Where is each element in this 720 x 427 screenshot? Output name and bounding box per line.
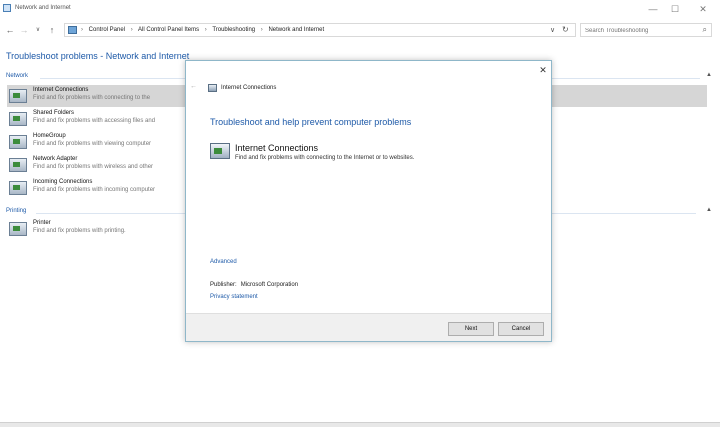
close-window-button[interactable]: ✕ [694,3,712,15]
shared-folders-icon [9,112,27,126]
incoming-connections-icon [9,181,27,195]
dialog-header-title: Internet Connections [221,85,277,91]
internet-connections-large-icon [210,143,230,159]
group-label: Printing [6,208,27,214]
dialog-item-description: Find and fix problems with connecting to… [235,155,415,161]
item-name: Shared Folders [33,110,75,116]
breadcrumb-troubleshooting[interactable]: Troubleshooting [212,27,255,33]
troubleshooter-dialog: ✕ ← Internet Connections Troubleshoot an… [185,60,552,342]
address-toolbar: ← → ∨ ↑ › Control Panel › All Control Pa… [0,20,720,40]
window-title: Network and Internet [15,5,71,11]
collapse-caret-icon[interactable]: ▲ [706,207,712,213]
control-panel-icon [68,26,77,34]
printer-icon [9,222,27,236]
item-description: Find and fix problems with printing. [33,228,126,234]
privacy-statement-link[interactable]: Privacy statement [210,294,258,300]
forward-arrow-icon[interactable]: → [18,24,30,36]
breadcrumb-network-internet[interactable]: Network and Internet [268,27,324,33]
internet-connections-icon [208,84,217,92]
item-name: Network Adapter [33,156,78,162]
address-dropdown-chevron-icon[interactable]: ∨ [550,26,555,34]
collapse-caret-icon[interactable]: ▲ [706,72,712,78]
item-name: Printer [33,220,51,226]
dialog-heading: Troubleshoot and help prevent computer p… [210,117,412,127]
search-box[interactable]: ⌕ [580,23,712,37]
maximize-button[interactable]: ☐ [666,3,684,15]
item-description: Find and fix problems with viewing compu… [33,141,152,147]
up-arrow-icon[interactable]: ↑ [46,24,58,36]
page-title: Troubleshoot problems - Network and Inte… [6,51,190,61]
dialog-back-arrow-icon[interactable]: ← [190,83,197,90]
publisher-line: Publisher: Microsoft Corporation [210,282,298,288]
publisher-value: Microsoft Corporation [240,282,299,288]
item-name: Incoming Connections [33,179,93,185]
dialog-footer: Next Cancel [186,313,551,341]
internet-connections-icon [9,89,27,103]
back-arrow-icon[interactable]: ← [4,24,16,36]
breadcrumb-separator-icon: › [81,27,83,33]
recent-locations-chevron-icon[interactable]: ∨ [32,24,44,36]
item-description: Find and fix problems with wireless and … [33,164,154,170]
minimize-button[interactable]: — [644,3,662,15]
dialog-close-icon[interactable]: ✕ [537,64,549,76]
title-bar: Network and Internet — ☐ ✕ [0,0,720,18]
item-name: Internet Connections [33,87,89,93]
item-description: Find and fix problems with connecting to… [33,95,151,101]
item-name: HomeGroup [33,133,66,139]
app-icon [3,4,11,12]
breadcrumb-separator-icon: › [204,27,207,33]
homegroup-icon [9,135,27,149]
address-bar[interactable]: › Control Panel › All Control Panel Item… [64,23,576,37]
refresh-icon[interactable]: ↻ [562,25,569,34]
item-description: Find and fix problems with accessing fil… [33,118,156,124]
cancel-button[interactable]: Cancel [498,322,544,336]
publisher-label: Publisher: [210,282,237,288]
network-adapter-icon [9,158,27,172]
breadcrumb-control-panel[interactable]: Control Panel [89,27,125,33]
search-input[interactable] [585,26,691,35]
advanced-link[interactable]: Advanced [210,259,237,265]
group-label: Network [6,73,29,79]
breadcrumb-separator-icon: › [130,27,133,33]
breadcrumb-separator-icon: › [260,27,263,33]
breadcrumb-all-items[interactable]: All Control Panel Items [138,27,199,33]
breadcrumb: › Control Panel › All Control Panel Item… [81,27,328,33]
next-button[interactable]: Next [448,322,494,336]
horizontal-scrollbar[interactable] [0,422,720,427]
dialog-item-name: Internet Connections [235,143,319,153]
item-description: Find and fix problems with incoming comp… [33,187,156,193]
search-icon[interactable]: ⌕ [703,25,707,35]
